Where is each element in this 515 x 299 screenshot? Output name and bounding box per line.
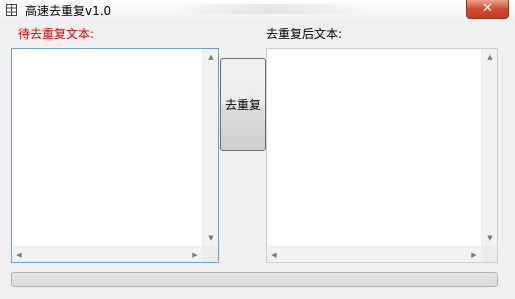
scroll-down-icon[interactable]: ▼	[204, 234, 218, 242]
source-vertical-scrollbar[interactable]: ▲ ▼	[202, 49, 218, 246]
scroll-left-icon[interactable]: ◀	[269, 251, 279, 259]
window-title: 高速去重复v1.0	[25, 4, 112, 18]
scroll-right-icon[interactable]: ▶	[190, 251, 200, 259]
close-button[interactable]: ✕	[466, 0, 509, 19]
scrollbar-corner	[202, 246, 218, 262]
scroll-left-icon[interactable]: ◀	[14, 251, 24, 259]
dedupe-button[interactable]: 去重复	[220, 58, 266, 151]
scrollbar-corner	[481, 246, 497, 262]
result-textarea[interactable]: ▲ ▼ ◀ ▶	[266, 48, 498, 263]
title-bar[interactable]: 高速去重复v1.0 ✕	[0, 0, 515, 22]
title-bar-glow	[170, 4, 370, 14]
progress-bar	[11, 272, 498, 287]
source-horizontal-scrollbar[interactable]: ◀ ▶	[12, 246, 202, 262]
scroll-right-icon[interactable]: ▶	[469, 251, 479, 259]
result-horizontal-scrollbar[interactable]: ◀ ▶	[267, 246, 481, 262]
scroll-up-icon[interactable]: ▲	[204, 53, 218, 61]
result-vertical-scrollbar[interactable]: ▲ ▼	[481, 49, 497, 246]
close-icon: ✕	[482, 1, 493, 16]
source-textarea[interactable]: ▲ ▼ ◀ ▶	[11, 48, 219, 263]
source-text-label: 待去重复文本:	[18, 27, 95, 41]
table-icon	[6, 4, 17, 16]
scroll-down-icon[interactable]: ▼	[483, 234, 497, 242]
result-text-label: 去重复后文本:	[266, 27, 343, 41]
app-window: 高速去重复v1.0 ✕ 待去重复文本: 去重复后文本: ▲ ▼ ◀ ▶ 去重复 …	[0, 0, 515, 299]
scroll-up-icon[interactable]: ▲	[483, 53, 497, 61]
